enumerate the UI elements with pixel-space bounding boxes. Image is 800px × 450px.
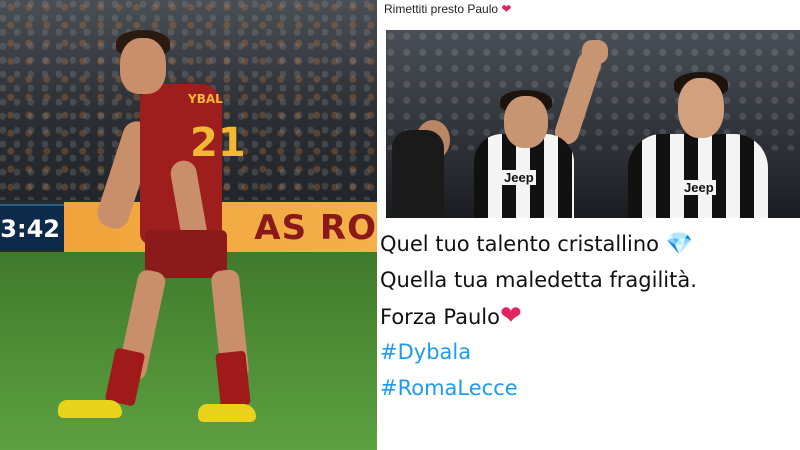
player-boot-right [198,404,256,422]
juventus-player-teammate [628,134,768,218]
tweet-photo[interactable]: Jeep Jeep [386,30,800,218]
juve-player2-head [678,78,724,138]
heart-icon: ❤ [499,301,522,331]
tweet-line-3-text: Forza Paulo [380,305,500,329]
heart-icon: ❤ [501,2,512,16]
hashtag-romalecce[interactable]: #RomaLecce [380,370,800,406]
tweet-line-1: Quel tuo talento cristallino 💎 [380,226,800,262]
tweet-text: Quel tuo talento cristallino 💎 Quella tu… [380,226,800,406]
hashtag-dybala[interactable]: #Dybala [380,334,800,370]
shirt-name: YBAL [188,92,223,106]
raised-fist [582,40,608,64]
roma-player-figure: YBAL 21 [50,30,280,430]
tweet-line-2-text: Quella tua maledetta fragilità. [380,268,697,292]
juve-player1-head [504,96,548,148]
player-head [120,38,166,94]
shirt-number: 21 [190,120,246,166]
tweet-line-2: Quella tua maledetta fragilità. [380,262,800,298]
referee-figure [392,130,444,218]
tweet-header-text: Rimettiti presto Paulo [384,2,499,16]
jersey-sponsor-1: Jeep [502,170,536,185]
player-photo-left: 3:42 AS RO YBAL 21 [0,0,377,450]
tweet-header: Rimettiti presto Paulo ❤ [384,0,511,22]
tweet-card: Rimettiti presto Paulo ❤ Jeep Jeep Quel … [380,0,800,450]
jersey-sponsor-2: Jeep [682,180,716,195]
player-shorts [145,230,227,278]
player-boot-left [58,400,122,418]
tweet-line-1-text: Quel tuo talento cristallino [380,232,659,256]
player-sock-left [104,347,146,407]
tweet-line-3: Forza Paulo❤ [380,298,800,334]
player-sock-right [215,350,251,408]
gem-icon: 💎 [665,232,694,257]
